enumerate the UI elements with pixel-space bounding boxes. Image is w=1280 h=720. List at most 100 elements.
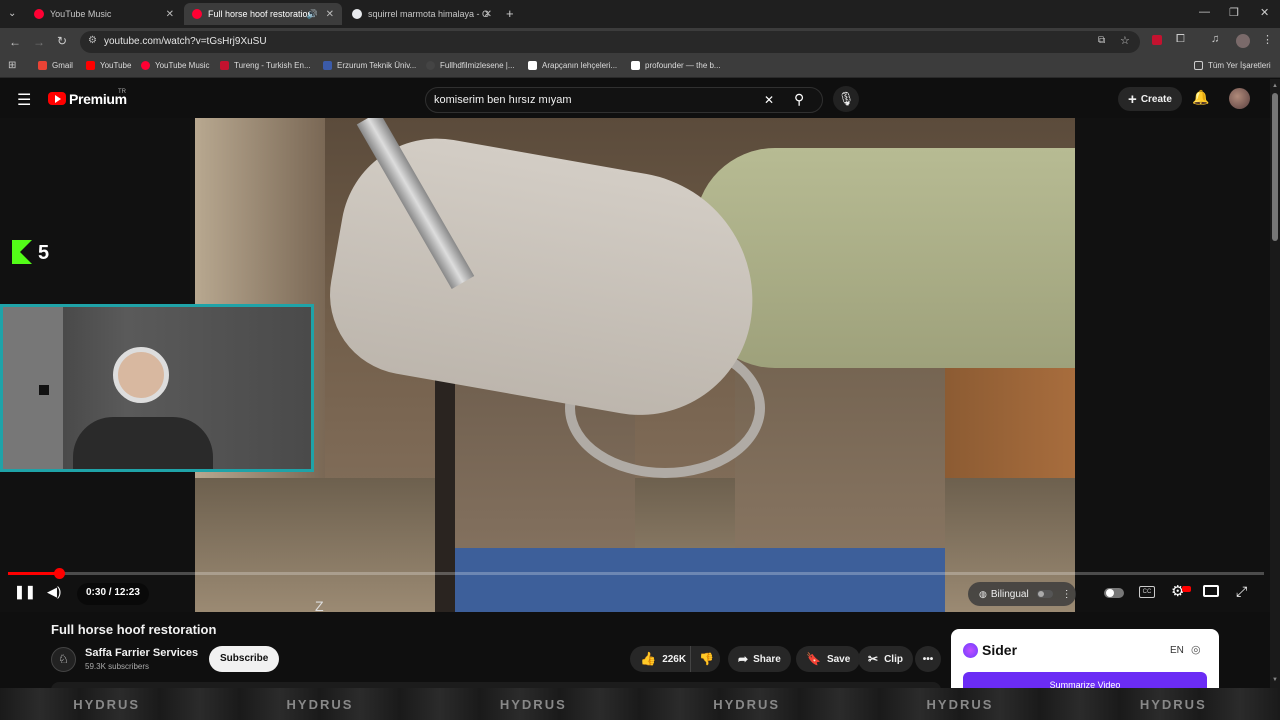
- media-control-icon[interactable]: ♫: [1211, 33, 1219, 45]
- minimize-icon[interactable]: —: [1199, 6, 1210, 18]
- overlay-number: 5: [38, 242, 50, 264]
- bookmark-arapca[interactable]: Arapçanın lehçeleri...: [528, 61, 617, 70]
- film-icon: [426, 61, 435, 70]
- translate-icon: ◍: [979, 588, 987, 599]
- thumbs-up-icon: 👍: [640, 651, 657, 666]
- tab-youtube-music[interactable]: YouTube Music ✕: [26, 3, 182, 25]
- wikipedia-icon: [528, 61, 537, 70]
- browser-toolbar: ← → ↻ ⚙ youtube.com/watch?v=tGsHrj9XuSU …: [0, 28, 1280, 56]
- banner-text: HYDRUS: [499, 696, 567, 712]
- streamer-face: [113, 347, 169, 403]
- youtube-logo-icon[interactable]: [48, 92, 66, 105]
- extension-tureng-icon[interactable]: [1152, 35, 1162, 45]
- captions-icon[interactable]: CC: [1139, 586, 1155, 598]
- address-bar[interactable]: ⚙ youtube.com/watch?v=tGsHrj9XuSU ⧉ ☆: [80, 31, 1140, 53]
- sider-settings-icon[interactable]: ◎: [1191, 643, 1201, 656]
- scroll-down-icon[interactable]: ▼: [1272, 677, 1278, 683]
- banner-text: HYDRUS: [1139, 696, 1207, 712]
- kick-logo-icon: [12, 240, 34, 264]
- bilingual-switch[interactable]: [1036, 590, 1053, 598]
- tab-search-chevron-icon[interactable]: ⌄: [8, 8, 16, 19]
- thumbs-down-icon: 👎: [699, 652, 714, 666]
- bookmark-star-icon[interactable]: ☆: [1120, 34, 1130, 47]
- account-avatar[interactable]: [1229, 88, 1250, 109]
- scroll-up-icon[interactable]: ▲: [1272, 83, 1278, 89]
- player-controls: ❚❚ ◀) 0:30 / 12:23 ◍ Bilingual ⋮ CC ⚙ ⤢: [0, 568, 1270, 612]
- pause-icon[interactable]: ❚❚: [14, 584, 36, 600]
- url-text: youtube.com/watch?v=tGsHrj9XuSU: [104, 36, 267, 47]
- bookmark-profounder[interactable]: profounder — the b...: [631, 61, 721, 70]
- browser-tab-strip: ⌄ YouTube Music ✕ Full horse hoof restor…: [0, 0, 1280, 28]
- notifications-bell-icon[interactable]: 🔔: [1192, 89, 1209, 106]
- subscribe-button[interactable]: Subscribe: [209, 646, 280, 672]
- save-button[interactable]: 🔖 Save: [796, 646, 861, 672]
- video-player[interactable]: Z 5 ❚❚ ◀) 0:30 / 12:23 ◍ Bilingual ⋮ CC …: [0, 118, 1270, 612]
- video-frame[interactable]: Z: [195, 118, 1075, 612]
- volume-icon[interactable]: ◀): [47, 584, 61, 600]
- streamer-body: [73, 417, 213, 469]
- profounder-icon: [631, 61, 640, 70]
- bookmark-gmail[interactable]: Gmail: [38, 61, 73, 70]
- back-icon[interactable]: ←: [9, 35, 21, 49]
- window-close-icon[interactable]: ✕: [1260, 6, 1269, 19]
- autoplay-toggle[interactable]: [1104, 588, 1124, 598]
- channel-name[interactable]: Saffa Farrier Services: [85, 647, 198, 659]
- theater-mode-icon[interactable]: [1203, 585, 1219, 597]
- gmail-icon: [38, 61, 47, 70]
- close-tab-icon[interactable]: ✕: [326, 9, 334, 20]
- close-tab-icon[interactable]: ✕: [484, 9, 492, 20]
- close-tab-icon[interactable]: ✕: [166, 9, 174, 20]
- youtube-music-icon: [141, 61, 150, 70]
- search-box[interactable]: ✕ ⚲: [425, 87, 823, 113]
- sider-logo-icon: [963, 643, 978, 658]
- site-info-icon[interactable]: ⚙: [88, 35, 97, 46]
- bilingual-more-icon[interactable]: ⋮: [1062, 589, 1072, 600]
- tab-title: squirrel marmota himalaya - G: [368, 9, 490, 19]
- install-app-icon[interactable]: ⧉: [1098, 35, 1105, 46]
- tab-title: Full horse hoof restoration: [208, 9, 313, 19]
- google-favicon-icon: [352, 9, 362, 19]
- plus-icon: +: [1128, 90, 1137, 108]
- channel-avatar[interactable]: ♘: [51, 647, 76, 672]
- bookmark-youtube-music[interactable]: YouTube Music: [141, 61, 210, 70]
- share-button[interactable]: ➦ Share: [728, 646, 791, 672]
- clear-search-icon[interactable]: ✕: [764, 93, 774, 107]
- voice-search-mic-icon[interactable]: 🎙: [833, 86, 859, 112]
- search-icon[interactable]: ⚲: [794, 91, 804, 108]
- create-button[interactable]: + Create: [1118, 87, 1182, 111]
- clip-button[interactable]: ✂ Clip: [858, 646, 913, 672]
- fullscreen-icon[interactable]: ⤢: [1236, 583, 1247, 600]
- progress-played: [8, 572, 60, 575]
- audio-playing-icon[interactable]: 🔊: [307, 9, 318, 20]
- apps-grid-icon[interactable]: ⊞: [8, 60, 16, 71]
- bookmark-fullhdfilm[interactable]: Fullhdfilmizlesene |...: [426, 61, 515, 70]
- search-input[interactable]: [434, 94, 754, 106]
- dislike-button[interactable]: 👎: [690, 646, 720, 672]
- restore-icon[interactable]: ❐: [1229, 6, 1239, 19]
- banner-text: HYDRUS: [73, 696, 141, 712]
- profile-avatar[interactable]: [1236, 34, 1250, 48]
- hamburger-menu-icon[interactable]: ☰: [17, 90, 31, 110]
- tab-full-horse-hoof[interactable]: Full horse hoof restoration 🔊 ✕: [184, 3, 342, 25]
- extensions-puzzle-icon[interactable]: ⧠: [1176, 33, 1185, 46]
- sider-language[interactable]: EN: [1170, 645, 1184, 656]
- page-scrollbar[interactable]: ▲ ▼: [1270, 79, 1280, 688]
- bilingual-toggle[interactable]: ◍ Bilingual ⋮: [968, 582, 1076, 606]
- forward-icon[interactable]: →: [33, 35, 45, 49]
- hd-badge-icon: [1182, 586, 1191, 592]
- reload-icon[interactable]: ↻: [57, 34, 67, 48]
- scrollbar-thumb[interactable]: [1272, 93, 1278, 241]
- tab-squirrel-search[interactable]: squirrel marmota himalaya - G ✕: [344, 3, 500, 25]
- browser-menu-icon[interactable]: ⋮: [1262, 33, 1273, 46]
- bookmark-erzurum[interactable]: Erzurum Teknik Üniv...: [323, 61, 416, 70]
- all-bookmarks-folder[interactable]: Tüm Yer İşaretleri: [1194, 61, 1271, 70]
- new-tab-icon[interactable]: +: [506, 6, 514, 21]
- time-display: 0:30 / 12:23: [77, 583, 149, 605]
- bookmark-youtube[interactable]: YouTube: [86, 61, 131, 70]
- progress-bar[interactable]: [8, 568, 1264, 579]
- video-title: Full horse hoof restoration: [51, 622, 217, 637]
- bookmark-tureng[interactable]: Tureng - Turkish En...: [220, 61, 311, 70]
- more-actions-button[interactable]: •••: [915, 646, 941, 672]
- tab-title: YouTube Music: [50, 9, 112, 19]
- progress-scrubber[interactable]: [54, 568, 66, 579]
